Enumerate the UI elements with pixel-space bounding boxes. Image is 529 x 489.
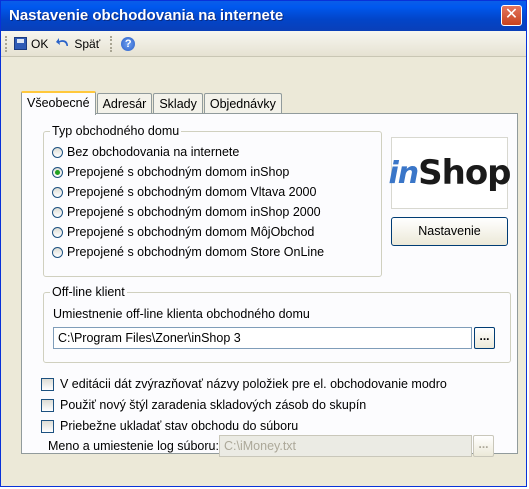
close-icon: ✕ xyxy=(504,6,519,23)
shop-type-group: Typ obchodného domu Bez obchodovania na … xyxy=(43,124,382,277)
radio-button[interactable] xyxy=(52,246,63,258)
checkbox-label: Použiť nový štýl zaradenia skladových zá… xyxy=(60,398,367,412)
checkbox[interactable] xyxy=(41,377,54,391)
radio-inshop-2000[interactable]: Prepojené s obchodným domom inShop 2000 xyxy=(52,205,321,219)
tab-general[interactable]: Všeobecné xyxy=(21,91,96,115)
offline-path-field[interactable]: C:\Program Files\Zoner\inShop 3 xyxy=(53,327,472,349)
toolbar-separator xyxy=(110,35,115,52)
back-button[interactable]: Späť xyxy=(56,36,100,51)
radio-label: Prepojené s obchodným domom MôjObchod xyxy=(67,225,315,239)
radio-vltava-2000[interactable]: Prepojené s obchodným domom Vltava 2000 xyxy=(52,185,316,199)
close-button[interactable]: ✕ xyxy=(501,5,522,26)
radio-no-shop[interactable]: Bez obchodovania na internete xyxy=(52,145,239,159)
radio-label: Prepojené s obchodným domom Vltava 2000 xyxy=(67,185,317,199)
title-bar: Nastavenie obchodovania na internete ✕ xyxy=(1,1,526,31)
radio-button[interactable] xyxy=(52,146,63,158)
logo-suffix: Shop xyxy=(418,153,511,193)
radio-button[interactable] xyxy=(52,226,63,238)
radio-button[interactable] xyxy=(52,186,63,198)
radio-button[interactable] xyxy=(52,206,63,218)
ok-button[interactable]: OK xyxy=(14,37,48,51)
radio-mojobchod[interactable]: Prepojené s obchodným domom MôjObchod xyxy=(52,225,314,239)
radio-button[interactable] xyxy=(52,166,63,178)
tab-address-book[interactable]: Adresár xyxy=(96,93,153,114)
option-new-style-groups[interactable]: Použiť nový štýl zaradenia skladových zá… xyxy=(41,398,366,412)
window-title: Nastavenie obchodovania na internete xyxy=(9,7,284,24)
radio-label: Prepojené s obchodným domom inShop xyxy=(67,165,290,179)
offline-client-label: Off-line klient xyxy=(50,285,127,299)
checkbox-label: V editácii dát zvýrazňovať názvy položie… xyxy=(60,377,447,391)
offline-browse-button[interactable]: ... xyxy=(474,327,495,349)
option-save-state[interactable]: Priebežne ukladať stav obchodu do súboru xyxy=(41,419,298,433)
tab-warehouses[interactable]: Sklady xyxy=(153,93,203,114)
tab-strip: Všeobecné Adresár Sklady Objednávky xyxy=(21,90,283,115)
toolbar: OK Späť ? xyxy=(1,31,526,57)
ok-label: OK xyxy=(31,36,49,51)
radio-label: Prepojené s obchodným domom Store OnLine xyxy=(67,245,325,259)
undo-icon xyxy=(56,36,70,51)
radio-store-online[interactable]: Prepojené s obchodným domom Store OnLine xyxy=(52,245,324,259)
logo-prefix: in xyxy=(388,155,419,191)
inshop-logo: in Shop xyxy=(388,137,512,209)
dialog-window: Nastavenie obchodovania na internete ✕ O… xyxy=(0,0,527,487)
option-highlight-items[interactable]: V editácii dát zvýrazňovať názvy položie… xyxy=(41,377,447,391)
checkbox-label: Priebežne ukladať stav obchodu do súboru xyxy=(60,419,299,433)
tab-orders[interactable]: Objednávky xyxy=(203,93,282,114)
settings-button[interactable]: Nastavenie xyxy=(391,217,508,246)
log-file-label: Meno a umiestenie log súboru: xyxy=(48,439,219,453)
log-browse-button[interactable]: ... xyxy=(473,435,494,457)
radio-label: Prepojené s obchodným domom inShop 2000 xyxy=(67,205,321,219)
save-icon xyxy=(14,37,27,50)
toolbar-grip[interactable] xyxy=(5,35,10,52)
offline-location-label: Umiestnenie off-line klienta obchodného … xyxy=(53,307,310,321)
checkbox[interactable] xyxy=(41,419,54,433)
log-file-field[interactable]: C:\iMoney.txt xyxy=(219,435,472,457)
radio-inshop[interactable]: Prepojené s obchodným domom inShop xyxy=(52,165,289,179)
tab-panel-general: Typ obchodného domu Bez obchodovania na … xyxy=(21,113,518,457)
shop-type-label: Typ obchodného domu xyxy=(50,124,182,138)
help-button[interactable]: ? xyxy=(121,36,136,51)
checkbox[interactable] xyxy=(41,398,54,412)
offline-client-group: Off-line klient Umiestnenie off-line kli… xyxy=(43,285,511,363)
help-icon: ? xyxy=(121,36,136,51)
back-label: Späť xyxy=(74,36,101,51)
radio-label: Bez obchodovania na internete xyxy=(67,145,240,159)
